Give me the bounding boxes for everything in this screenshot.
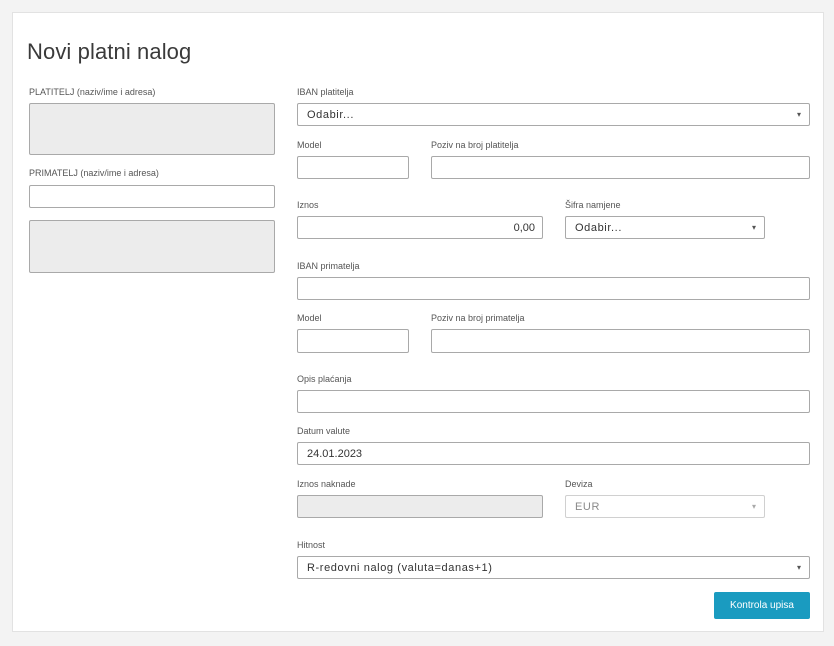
amount-value: 0,00 (513, 222, 535, 234)
payer-iban-value: Odabir... (307, 109, 354, 121)
currency-select: EUR ▾ (565, 495, 765, 518)
payer-iban-select[interactable]: Odabir... ▾ (297, 103, 810, 126)
purpose-code-select[interactable]: Odabir... ▾ (565, 216, 765, 239)
payer-address-box (29, 103, 275, 155)
amount-input[interactable]: 0,00 (297, 216, 543, 239)
model-recipient-label: Model (297, 313, 322, 323)
amount-label: Iznos (297, 200, 319, 210)
chevron-down-icon: ▾ (751, 223, 756, 232)
recipient-iban-label: IBAN primatelja (297, 261, 360, 271)
recipient-label: PRIMATELJ (naziv/ime i adresa) (29, 168, 159, 178)
chevron-down-icon: ▾ (751, 502, 756, 511)
ref-recipient-label: Poziv na broj primatelja (431, 313, 525, 323)
purpose-code-label: Šifra namjene (565, 200, 621, 210)
value-date-input[interactable]: 24.01.2023 (297, 442, 810, 465)
description-input[interactable] (297, 390, 810, 413)
ref-payer-input[interactable] (431, 156, 810, 179)
ref-payer-label: Poziv na broj platitelja (431, 140, 519, 150)
fee-amount-input (297, 495, 543, 518)
value-date-label: Datum valute (297, 426, 351, 436)
ref-recipient-input[interactable] (431, 329, 810, 353)
recipient-name-input[interactable] (29, 185, 275, 208)
recipient-iban-input[interactable] (297, 277, 810, 300)
urgency-label: Hitnost (297, 540, 326, 550)
urgency-value: R-redovni nalog (valuta=danas+1) (307, 562, 493, 574)
chevron-down-icon: ▾ (796, 563, 801, 572)
payer-iban-label: IBAN platitelja (297, 87, 354, 97)
fee-amount-label: Iznos naknade (297, 479, 356, 489)
payer-label: PLATITELJ (naziv/ime i adresa) (29, 87, 156, 97)
value-date-value: 24.01.2023 (307, 448, 363, 460)
description-label: Opis plaćanja (297, 374, 352, 384)
recipient-address-box (29, 220, 275, 273)
model-recipient-input[interactable] (297, 329, 409, 353)
chevron-down-icon: ▾ (796, 110, 801, 119)
purpose-code-value: Odabir... (575, 222, 622, 234)
model-payer-input[interactable] (297, 156, 409, 179)
urgency-select[interactable]: R-redovni nalog (valuta=danas+1) ▾ (297, 556, 810, 579)
page-title: Novi platni nalog (27, 39, 192, 64)
submit-button[interactable]: Kontrola upisa (714, 592, 810, 619)
currency-value: EUR (575, 501, 601, 513)
currency-label: Deviza (565, 479, 593, 489)
model-payer-label: Model (297, 140, 322, 150)
